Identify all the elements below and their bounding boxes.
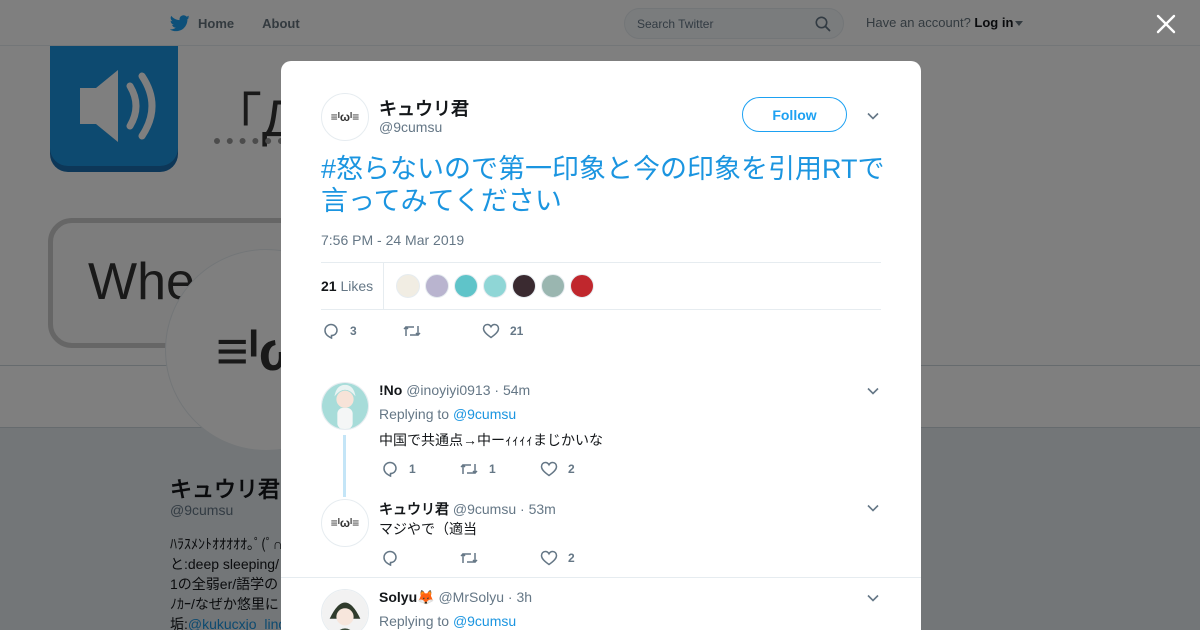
liker-avatar[interactable]: [396, 274, 420, 298]
replying-to-link[interactable]: @9cumsu: [453, 613, 516, 629]
reply-header: キュウリ君 @9cumsu · 53m: [379, 501, 556, 517]
liker-avatar[interactable]: [541, 274, 565, 298]
liker-avatar[interactable]: [454, 274, 478, 298]
author-name[interactable]: キュウリ君: [379, 95, 469, 121]
reply-tweet[interactable]: ≡ᴵωᴵ≡ キュウリ君 @9cumsu · 53m マジやで（適当 2: [321, 499, 881, 579]
reply-action[interactable]: 3: [322, 322, 402, 340]
retweet-count: 1: [489, 462, 496, 476]
reply-avatar[interactable]: ≡ᴵωᴵ≡: [321, 499, 369, 547]
liker-avatar[interactable]: [512, 274, 536, 298]
reply-actions: 1 1 2: [381, 460, 575, 478]
heart-icon: [540, 461, 558, 477]
chevron-down-icon[interactable]: [866, 501, 880, 515]
reply-actions: 2: [381, 549, 575, 567]
author-avatar[interactable]: ≡ᴵωᴵ≡: [321, 93, 369, 141]
retweet-icon: [460, 463, 478, 475]
like-count: 21: [510, 324, 524, 338]
reply-time[interactable]: 54m: [503, 382, 530, 398]
chevron-down-icon[interactable]: [866, 109, 880, 123]
like-action[interactable]: 2: [540, 549, 575, 567]
like-action[interactable]: 21: [482, 322, 523, 340]
reply-author-handle[interactable]: @9cumsu: [453, 501, 516, 517]
reply-count: 3: [350, 324, 357, 338]
tweet-actions: 3 21: [322, 322, 523, 340]
reply-author-name[interactable]: Solyu🦊: [379, 589, 435, 605]
reply-author-name[interactable]: !No: [379, 382, 402, 398]
reply-text[interactable]: 中国で共通点→中ーｨｨｨｨまじかいな: [379, 430, 603, 450]
thread-line: [343, 435, 346, 497]
close-icon[interactable]: [1154, 12, 1178, 36]
replying-prefix: Replying to: [379, 613, 450, 629]
likes-count: 21: [321, 278, 337, 294]
likes-label: Likes: [340, 278, 374, 294]
chevron-down-icon[interactable]: [866, 384, 880, 398]
liker-avatar[interactable]: [425, 274, 449, 298]
reply-author-handle[interactable]: @inoyiyi0913: [406, 382, 490, 398]
chevron-down-icon[interactable]: [866, 591, 880, 605]
reply-header: !No @inoyiyi0913 · 54m: [379, 382, 531, 398]
like-count: 2: [568, 551, 575, 565]
divider: [281, 577, 921, 578]
replying-to-link[interactable]: @9cumsu: [453, 406, 516, 422]
reply-icon: [383, 461, 397, 478]
retweet-action[interactable]: [402, 322, 482, 340]
author-handle[interactable]: @9cumsu: [379, 119, 442, 135]
heart-icon: [482, 323, 500, 339]
reply-count: 1: [409, 462, 416, 476]
reply-action[interactable]: 1: [381, 460, 459, 478]
reply-icon: [324, 323, 338, 340]
reply-author-name[interactable]: キュウリ君: [379, 501, 449, 517]
retweet-action[interactable]: [459, 549, 540, 567]
reply-tweet[interactable]: Solyu🦊 @MrSolyu · 3h Replying to @9cumsu: [321, 589, 881, 630]
reply-time[interactable]: 53m: [529, 501, 556, 517]
reply-text[interactable]: マジやで（適当: [379, 519, 477, 539]
reply-tweet[interactable]: !No @inoyiyi0913 · 54m Replying to @9cum…: [321, 382, 881, 502]
replying-to: Replying to @9cumsu: [379, 613, 516, 629]
liker-avatar[interactable]: [570, 274, 594, 298]
retweet-icon: [403, 325, 421, 337]
likers-avatars: [396, 274, 594, 298]
stats-divider: [383, 263, 384, 309]
likes-stat[interactable]: 21 Likes: [321, 278, 373, 294]
reply-author-handle[interactable]: @MrSolyu: [438, 589, 504, 605]
like-count: 2: [568, 462, 575, 476]
reply-icon: [383, 550, 397, 567]
replying-prefix: Replying to: [379, 406, 450, 422]
tweet-modal: ≡ᴵωᴵ≡ キュウリ君 @9cumsu Follow #怒らないので第一印象と今…: [281, 61, 921, 630]
replying-to: Replying to @9cumsu: [379, 406, 516, 422]
retweet-icon: [460, 552, 478, 564]
reply-action[interactable]: [381, 549, 459, 567]
liker-avatar[interactable]: [483, 274, 507, 298]
heart-icon: [540, 550, 558, 566]
tweet-timestamp[interactable]: 7:56 PM - 24 Mar 2019: [321, 232, 464, 248]
follow-button[interactable]: Follow: [742, 97, 847, 132]
reply-avatar[interactable]: [321, 382, 369, 430]
retweet-action[interactable]: 1: [459, 460, 540, 478]
reply-time[interactable]: 3h: [516, 589, 532, 605]
reply-header: Solyu🦊 @MrSolyu · 3h: [379, 589, 533, 605]
reply-avatar[interactable]: [321, 589, 369, 630]
like-action[interactable]: 2: [540, 460, 575, 478]
tweet-text[interactable]: #怒らないので第一印象と今の印象を引用RTで言ってみてください: [321, 153, 886, 217]
tweet-stats: 21 Likes: [321, 262, 881, 310]
